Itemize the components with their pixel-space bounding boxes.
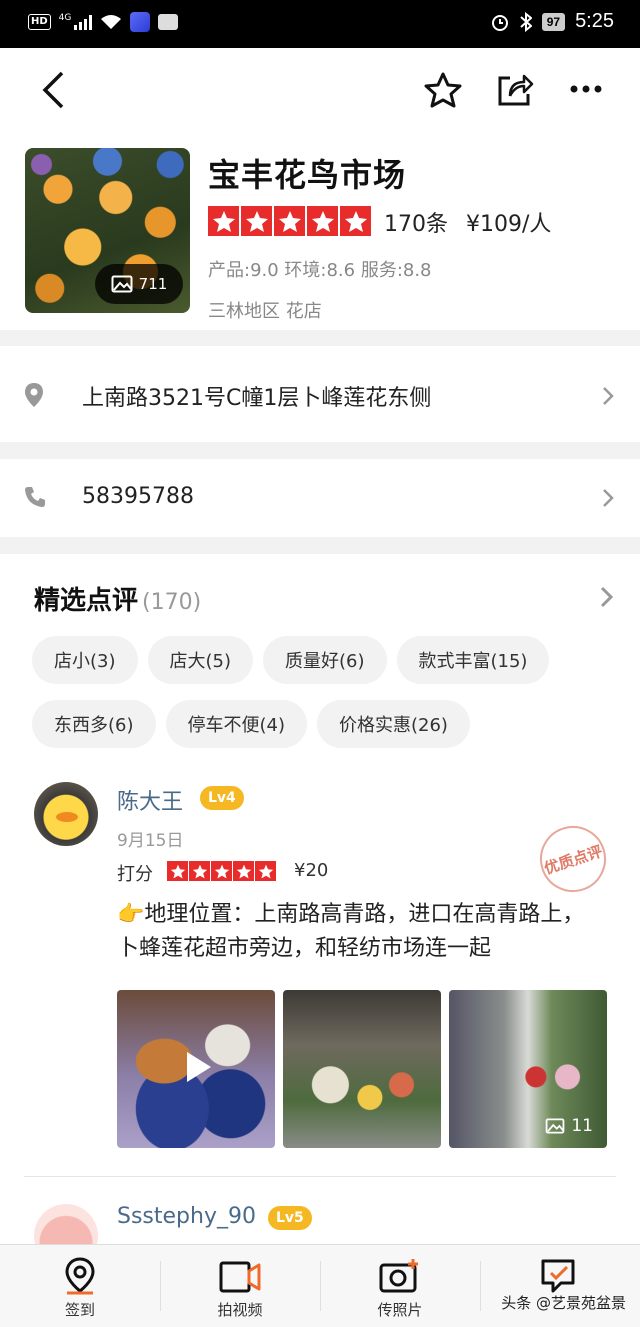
shop-name: 宝丰花鸟市场 bbox=[208, 156, 407, 194]
divider bbox=[24, 1176, 616, 1177]
review-photo-thumbnail[interactable]: 11 bbox=[449, 990, 607, 1148]
app-notification-icon bbox=[130, 12, 151, 32]
checkin-label: 签到 bbox=[64, 1301, 95, 1319]
star-icon bbox=[211, 861, 232, 881]
reviews-title: 精选点评 bbox=[34, 586, 139, 616]
record-video-button[interactable]: 拍视频 bbox=[160, 1245, 320, 1327]
watermark: 头条 @艺景苑盆景 bbox=[501, 1294, 626, 1312]
chevron-right-icon bbox=[603, 387, 614, 405]
reviews-header[interactable]: 精选点评 (170) bbox=[34, 580, 201, 617]
location-pin-icon bbox=[65, 1257, 95, 1295]
image-icon bbox=[546, 1118, 565, 1134]
more-icon[interactable] bbox=[570, 84, 602, 94]
review-tag[interactable]: 东西多(6) bbox=[32, 700, 156, 748]
chevron-right-icon bbox=[603, 489, 614, 507]
rating-stars bbox=[208, 206, 371, 236]
star-icon bbox=[233, 861, 254, 881]
write-review-icon bbox=[541, 1259, 575, 1293]
star-icon bbox=[208, 206, 239, 236]
review-video-thumbnail[interactable] bbox=[117, 990, 275, 1148]
review-count: 170条 bbox=[384, 212, 448, 237]
star-icon bbox=[274, 206, 305, 236]
image-icon bbox=[111, 275, 133, 293]
level-badge: Lv5 bbox=[268, 1206, 312, 1230]
favorite-star-icon[interactable] bbox=[424, 72, 462, 108]
review-tags: 店小(3) 店大(5) 质量好(6) 款式丰富(15) 东西多(6) 停车不便(… bbox=[32, 636, 622, 748]
record-video-label: 拍视频 bbox=[217, 1301, 263, 1319]
star-icon bbox=[307, 206, 338, 236]
level-badge: Lv4 bbox=[200, 786, 244, 810]
reviews-count: (170) bbox=[142, 590, 202, 615]
star-icon bbox=[255, 861, 276, 881]
phone-icon bbox=[25, 487, 45, 507]
battery-level: 97 bbox=[541, 12, 566, 31]
back-arrow-icon[interactable] bbox=[40, 70, 66, 110]
price-per-person: ¥109/人 bbox=[466, 212, 552, 237]
review-price: ¥20 bbox=[294, 860, 329, 881]
bottom-action-bar: 签到 拍视频 传照片 bbox=[0, 1244, 640, 1327]
network-type: 4G bbox=[58, 13, 72, 23]
signal-icon: 4G bbox=[59, 14, 93, 30]
bluetooth-icon bbox=[520, 11, 532, 32]
more-photos-badge: 11 bbox=[545, 1116, 593, 1136]
upload-photo-label: 传照片 bbox=[377, 1301, 423, 1319]
score-label: 打分 bbox=[117, 864, 153, 885]
area-category[interactable]: 三林地区 花店 bbox=[208, 297, 322, 323]
phone-number[interactable]: 58395788 bbox=[82, 484, 194, 509]
review-tag[interactable]: 店小(3) bbox=[32, 636, 138, 684]
review-text[interactable]: 👉地理位置：上南路高青路，进口在高青路上，卜蜂莲花超市旁边，和轻纺市场连一起 bbox=[117, 898, 603, 966]
star-icon bbox=[167, 861, 188, 881]
avatar[interactable] bbox=[34, 782, 98, 846]
video-camera-icon bbox=[219, 1261, 261, 1293]
review-date: 9月15日 bbox=[117, 831, 184, 851]
rating-meta: 170条 ¥109/人 bbox=[384, 206, 551, 238]
sub-scores: 产品:9.0 环境:8.6 服务:8.8 bbox=[208, 260, 432, 281]
wifi-icon bbox=[101, 15, 122, 29]
star-icon bbox=[189, 861, 210, 881]
photo-upload-icon bbox=[379, 1259, 418, 1293]
checkin-button[interactable]: 签到 bbox=[0, 1245, 160, 1327]
address-text[interactable]: 上南路3521号C幢1层卜峰莲花东侧 bbox=[82, 380, 431, 412]
photo-count-badge[interactable]: 711 bbox=[95, 264, 183, 304]
review-tag[interactable]: 款式丰富(15) bbox=[396, 636, 550, 684]
upload-photo-button[interactable]: 传照片 bbox=[320, 1245, 480, 1327]
review-tag[interactable]: 质量好(6) bbox=[263, 636, 387, 684]
review-photo-thumbnail[interactable] bbox=[283, 990, 441, 1148]
chevron-right-icon[interactable] bbox=[600, 586, 614, 608]
play-icon bbox=[187, 1052, 211, 1082]
clock: 5:25 bbox=[575, 10, 614, 32]
review-stars bbox=[167, 861, 276, 881]
photo-count: 711 bbox=[138, 275, 168, 293]
more-photos-count: 11 bbox=[571, 1116, 593, 1136]
briefcase-icon bbox=[158, 14, 179, 30]
hd-indicator: HD bbox=[28, 14, 51, 30]
status-bar: HD 4G 97 5:25 bbox=[0, 0, 640, 48]
write-review-button[interactable] bbox=[480, 1245, 640, 1327]
star-icon bbox=[340, 206, 371, 236]
review-username[interactable]: Ssstephy_90 bbox=[117, 1204, 256, 1229]
review-username[interactable]: 陈大王 bbox=[117, 784, 183, 816]
shop-photo[interactable]: 711 bbox=[25, 148, 190, 313]
review-tag[interactable]: 停车不便(4) bbox=[165, 700, 307, 748]
share-icon[interactable] bbox=[496, 70, 534, 108]
review-tag[interactable]: 店大(5) bbox=[147, 636, 253, 684]
review-tag[interactable]: 价格实惠(26) bbox=[317, 700, 470, 748]
location-pin-icon bbox=[25, 383, 43, 407]
star-icon bbox=[241, 206, 272, 236]
alarm-icon bbox=[491, 14, 508, 31]
